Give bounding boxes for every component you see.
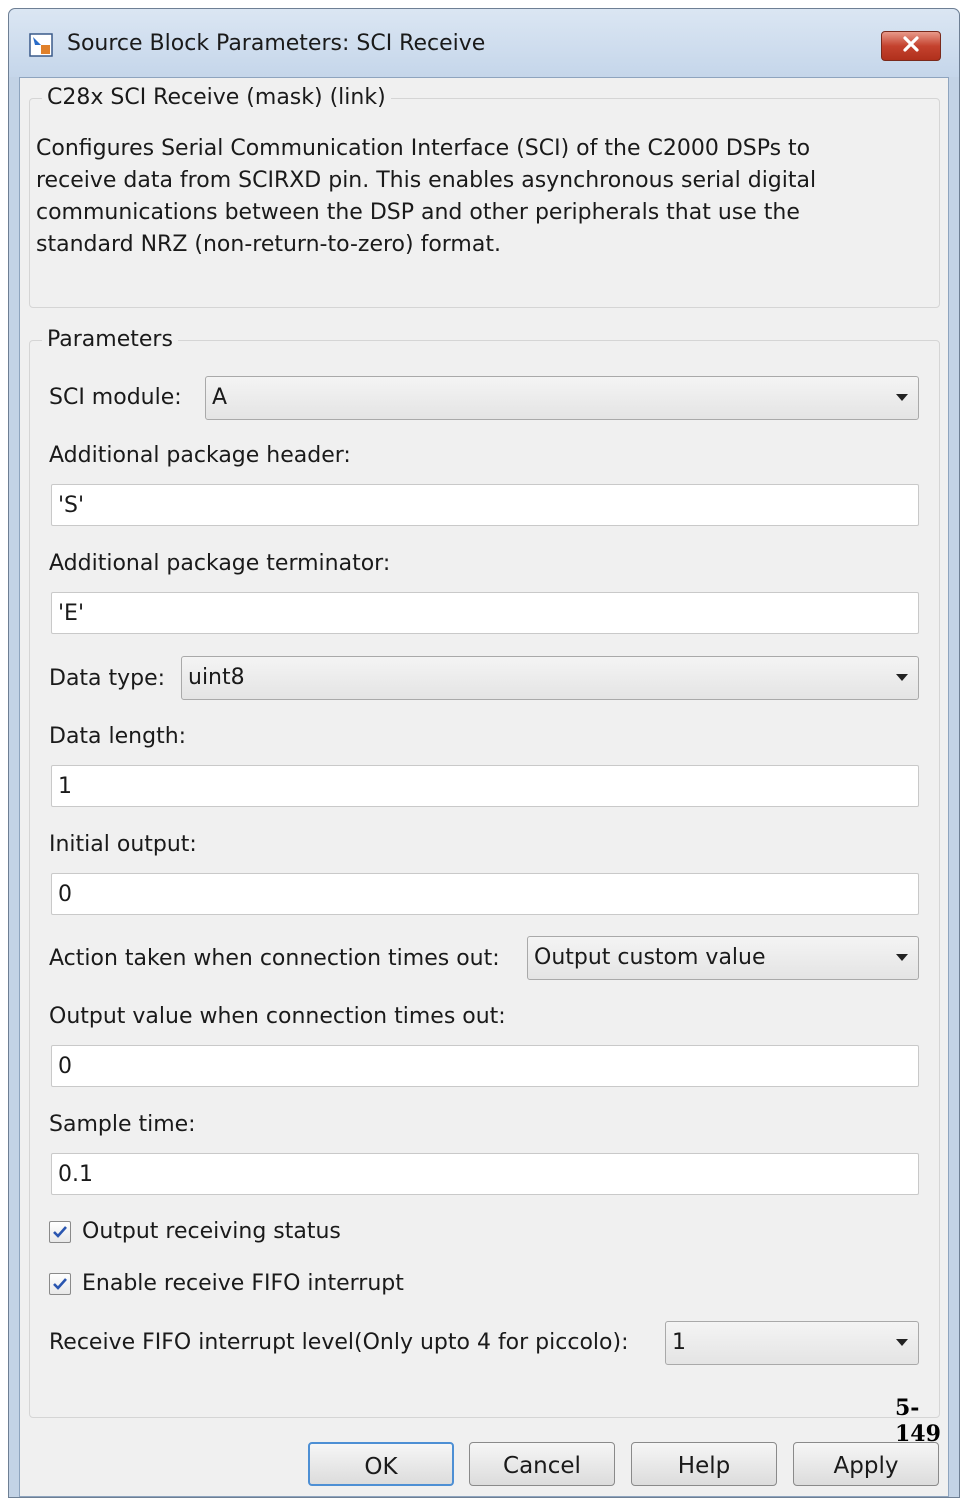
package-header-value: 'S'	[58, 493, 85, 518]
chevron-down-icon	[896, 1339, 908, 1346]
package-terminator-label: Additional package terminator:	[49, 551, 391, 576]
mask-group-label: C28x SCI Receive (mask) (link)	[42, 85, 391, 110]
timeout-action-select[interactable]: Output custom value	[527, 936, 919, 980]
package-terminator-value: 'E'	[58, 601, 84, 626]
cancel-button[interactable]: Cancel	[469, 1442, 615, 1486]
chevron-down-icon	[896, 394, 908, 401]
enable-fifo-interrupt-checkbox[interactable]	[49, 1273, 71, 1295]
fifo-interrupt-level-label: Receive FIFO interrupt level(Only upto 4…	[49, 1330, 629, 1355]
sample-time-value: 0.1	[58, 1162, 93, 1187]
data-type-select[interactable]: uint8	[181, 656, 919, 700]
ok-button[interactable]: OK	[308, 1442, 454, 1486]
data-length-label: Data length:	[49, 724, 187, 749]
help-button[interactable]: Help	[631, 1442, 777, 1486]
parameters-group-label: Parameters	[42, 327, 178, 352]
initial-output-field[interactable]: 0	[51, 873, 919, 915]
chevron-down-icon	[896, 674, 908, 681]
sci-module-select[interactable]: A	[205, 376, 919, 420]
timeout-value-value: 0	[58, 1054, 72, 1079]
title-bar[interactable]: Source Block Parameters: SCI Receive	[9, 9, 959, 77]
mask-description: Configures Serial Communication Interfac…	[36, 136, 817, 257]
output-receiving-status-label[interactable]: Output receiving status	[82, 1219, 341, 1244]
initial-output-value: 0	[58, 882, 72, 907]
dialog-window: Source Block Parameters: SCI Receive C28…	[8, 8, 960, 1498]
package-terminator-field[interactable]: 'E'	[51, 592, 919, 634]
output-receiving-status-checkbox[interactable]	[49, 1221, 71, 1243]
timeout-action-label: Action taken when connection times out:	[49, 946, 500, 971]
fifo-interrupt-level-value: 1	[672, 1330, 686, 1355]
window-title: Source Block Parameters: SCI Receive	[67, 31, 486, 56]
data-length-field[interactable]: 1	[51, 765, 919, 807]
package-header-label: Additional package header:	[49, 443, 351, 468]
timeout-value-field[interactable]: 0	[51, 1045, 919, 1087]
sample-time-field[interactable]: 0.1	[51, 1153, 919, 1195]
sample-time-label: Sample time:	[49, 1112, 196, 1137]
page-number: 5-149	[895, 1395, 941, 1447]
apply-button[interactable]: Apply	[793, 1442, 939, 1486]
close-icon	[901, 36, 921, 56]
timeout-action-value: Output custom value	[534, 945, 766, 970]
initial-output-label: Initial output:	[49, 832, 197, 857]
enable-fifo-interrupt-label[interactable]: Enable receive FIFO interrupt	[82, 1271, 404, 1296]
data-type-label: Data type:	[49, 666, 166, 691]
simulink-block-icon	[29, 33, 53, 57]
timeout-value-label: Output value when connection times out:	[49, 1004, 506, 1029]
sci-module-label: SCI module:	[49, 385, 182, 410]
data-type-value: uint8	[188, 665, 245, 690]
chevron-down-icon	[896, 954, 908, 961]
package-header-field[interactable]: 'S'	[51, 484, 919, 526]
sci-module-value: A	[212, 385, 228, 410]
close-button[interactable]	[881, 31, 941, 61]
dialog-client-area: C28x SCI Receive (mask) (link) Configure…	[19, 77, 949, 1497]
data-length-value: 1	[58, 774, 72, 799]
fifo-interrupt-level-select[interactable]: 1	[665, 1321, 919, 1365]
mask-description-group: C28x SCI Receive (mask) (link) Configure…	[29, 85, 940, 308]
